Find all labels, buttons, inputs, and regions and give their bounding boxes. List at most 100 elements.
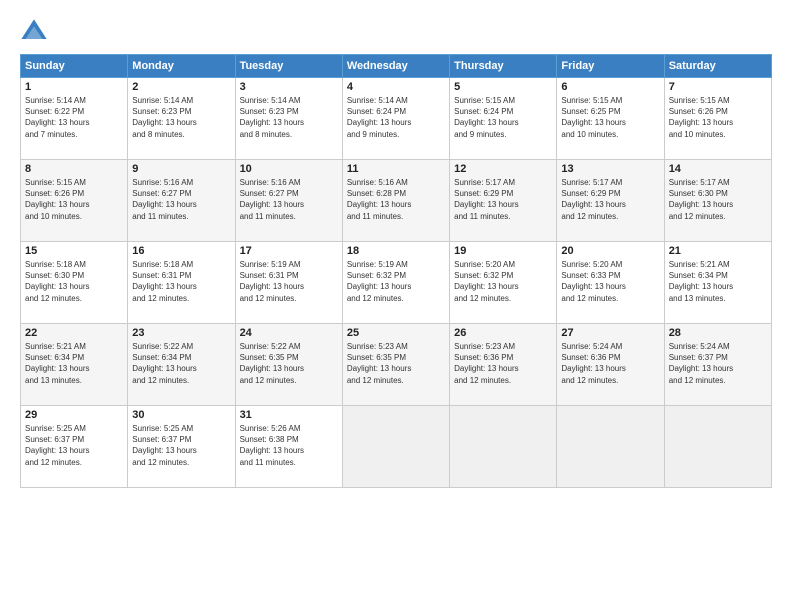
day-number: 13 <box>561 163 659 175</box>
day-number: 8 <box>25 163 123 175</box>
day-info: Sunrise: 5:23 AMSunset: 6:36 PMDaylight:… <box>454 342 518 385</box>
day-info: Sunrise: 5:22 AMSunset: 6:34 PMDaylight:… <box>132 342 196 385</box>
calendar-cell: 27Sunrise: 5:24 AMSunset: 6:36 PMDayligh… <box>557 324 664 406</box>
calendar: SundayMondayTuesdayWednesdayThursdayFrid… <box>20 54 772 488</box>
calendar-cell: 22 Sunrise: 5:21 AMSunset: 6:34 PMDayligh… <box>21 324 128 406</box>
calendar-cell: 17Sunrise: 5:19 AMSunset: 6:31 PMDayligh… <box>235 242 342 324</box>
calendar-cell: 14 Sunrise: 5:17 AMSunset: 6:30 PMDayligh… <box>664 160 771 242</box>
calendar-cell: 6 Sunrise: 5:15 AMSunset: 6:25 PMDaylight… <box>557 78 664 160</box>
day-number: 12 <box>454 163 552 175</box>
week-row-4: 22 Sunrise: 5:21 AMSunset: 6:34 PMDayligh… <box>21 324 772 406</box>
calendar-cell: 24Sunrise: 5:22 AMSunset: 6:35 PMDayligh… <box>235 324 342 406</box>
day-info: Sunrise: 5:24 AMSunset: 6:37 PMDaylight:… <box>669 342 733 385</box>
day-info: Sunrise: 5:14 AMSunset: 6:22 PMDaylight:… <box>25 96 89 139</box>
calendar-cell: 25 Sunrise: 5:23 AMSunset: 6:35 PMDayligh… <box>342 324 449 406</box>
calendar-cell: 28 Sunrise: 5:24 AMSunset: 6:37 PMDayligh… <box>664 324 771 406</box>
calendar-cell: 23 Sunrise: 5:22 AMSunset: 6:34 PMDayligh… <box>128 324 235 406</box>
day-number: 15 <box>25 245 123 257</box>
calendar-cell: 21 Sunrise: 5:21 AMSunset: 6:34 PMDayligh… <box>664 242 771 324</box>
day-info: Sunrise: 5:15 AMSunset: 6:24 PMDaylight:… <box>454 96 518 139</box>
column-header-friday: Friday <box>557 55 664 78</box>
day-number: 6 <box>561 81 659 93</box>
column-header-tuesday: Tuesday <box>235 55 342 78</box>
calendar-cell: 30Sunrise: 5:25 AMSunset: 6:37 PMDayligh… <box>128 406 235 488</box>
day-number: 19 <box>454 245 552 257</box>
calendar-cell: 4Sunrise: 5:14 AMSunset: 6:24 PMDaylight… <box>342 78 449 160</box>
calendar-cell <box>557 406 664 488</box>
calendar-cell: 1Sunrise: 5:14 AMSunset: 6:22 PMDaylight… <box>21 78 128 160</box>
day-number: 7 <box>669 81 767 93</box>
day-info: Sunrise: 5:20 AMSunset: 6:33 PMDaylight:… <box>561 260 625 303</box>
calendar-cell: 19 Sunrise: 5:20 AMSunset: 6:32 PMDayligh… <box>450 242 557 324</box>
day-info: Sunrise: 5:14 AMSunset: 6:23 PMDaylight:… <box>132 96 196 139</box>
calendar-cell: 3 Sunrise: 5:14 AMSunset: 6:23 PMDaylight… <box>235 78 342 160</box>
calendar-cell <box>342 406 449 488</box>
day-info: Sunrise: 5:25 AMSunset: 6:37 PMDaylight:… <box>132 424 196 467</box>
day-info: Sunrise: 5:19 AMSunset: 6:31 PMDaylight:… <box>240 260 304 303</box>
day-number: 28 <box>669 327 767 339</box>
day-info: Sunrise: 5:21 AMSunset: 6:34 PMDaylight:… <box>669 260 733 303</box>
day-number: 16 <box>132 245 230 257</box>
day-info: Sunrise: 5:21 AMSunset: 6:34 PMDaylight:… <box>25 342 89 385</box>
day-info: Sunrise: 5:22 AMSunset: 6:35 PMDaylight:… <box>240 342 304 385</box>
column-header-thursday: Thursday <box>450 55 557 78</box>
day-number: 21 <box>669 245 767 257</box>
day-number: 11 <box>347 163 445 175</box>
day-number: 10 <box>240 163 338 175</box>
header <box>20 18 772 46</box>
calendar-cell: 8 Sunrise: 5:15 AMSunset: 6:26 PMDaylight… <box>21 160 128 242</box>
calendar-cell: 15Sunrise: 5:18 AMSunset: 6:30 PMDayligh… <box>21 242 128 324</box>
calendar-cell: 29Sunrise: 5:25 AMSunset: 6:37 PMDayligh… <box>21 406 128 488</box>
day-info: Sunrise: 5:19 AMSunset: 6:32 PMDaylight:… <box>347 260 411 303</box>
day-info: Sunrise: 5:25 AMSunset: 6:37 PMDaylight:… <box>25 424 89 467</box>
week-row-3: 15Sunrise: 5:18 AMSunset: 6:30 PMDayligh… <box>21 242 772 324</box>
day-number: 2 <box>132 81 230 93</box>
day-info: Sunrise: 5:20 AMSunset: 6:32 PMDaylight:… <box>454 260 518 303</box>
column-header-sunday: Sunday <box>21 55 128 78</box>
calendar-cell: 26 Sunrise: 5:23 AMSunset: 6:36 PMDayligh… <box>450 324 557 406</box>
week-row-2: 8 Sunrise: 5:15 AMSunset: 6:26 PMDaylight… <box>21 160 772 242</box>
calendar-cell: 31 Sunrise: 5:26 AMSunset: 6:38 PMDayligh… <box>235 406 342 488</box>
calendar-cell: 9 Sunrise: 5:16 AMSunset: 6:27 PMDaylight… <box>128 160 235 242</box>
column-header-wednesday: Wednesday <box>342 55 449 78</box>
day-info: Sunrise: 5:16 AMSunset: 6:27 PMDaylight:… <box>132 178 196 221</box>
calendar-cell <box>450 406 557 488</box>
day-number: 3 <box>240 81 338 93</box>
column-header-monday: Monday <box>128 55 235 78</box>
day-info: Sunrise: 5:17 AMSunset: 6:29 PMDaylight:… <box>454 178 518 221</box>
calendar-cell: 18 Sunrise: 5:19 AMSunset: 6:32 PMDayligh… <box>342 242 449 324</box>
day-info: Sunrise: 5:17 AMSunset: 6:29 PMDaylight:… <box>561 178 625 221</box>
day-number: 25 <box>347 327 445 339</box>
day-number: 22 <box>25 327 123 339</box>
day-info: Sunrise: 5:16 AMSunset: 6:28 PMDaylight:… <box>347 178 411 221</box>
calendar-cell: 16Sunrise: 5:18 AMSunset: 6:31 PMDayligh… <box>128 242 235 324</box>
day-number: 31 <box>240 409 338 421</box>
day-info: Sunrise: 5:15 AMSunset: 6:26 PMDaylight:… <box>25 178 89 221</box>
calendar-cell: 2 Sunrise: 5:14 AMSunset: 6:23 PMDaylight… <box>128 78 235 160</box>
day-info: Sunrise: 5:17 AMSunset: 6:30 PMDaylight:… <box>669 178 733 221</box>
day-number: 27 <box>561 327 659 339</box>
day-number: 26 <box>454 327 552 339</box>
day-info: Sunrise: 5:26 AMSunset: 6:38 PMDaylight:… <box>240 424 304 467</box>
page: SundayMondayTuesdayWednesdayThursdayFrid… <box>0 0 792 612</box>
day-number: 18 <box>347 245 445 257</box>
day-info: Sunrise: 5:14 AMSunset: 6:24 PMDaylight:… <box>347 96 411 139</box>
day-number: 5 <box>454 81 552 93</box>
calendar-cell: 5 Sunrise: 5:15 AMSunset: 6:24 PMDaylight… <box>450 78 557 160</box>
calendar-cell <box>664 406 771 488</box>
day-info: Sunrise: 5:15 AMSunset: 6:25 PMDaylight:… <box>561 96 625 139</box>
week-row-5: 29Sunrise: 5:25 AMSunset: 6:37 PMDayligh… <box>21 406 772 488</box>
day-info: Sunrise: 5:15 AMSunset: 6:26 PMDaylight:… <box>669 96 733 139</box>
day-number: 9 <box>132 163 230 175</box>
day-number: 14 <box>669 163 767 175</box>
calendar-cell: 11 Sunrise: 5:16 AMSunset: 6:28 PMDayligh… <box>342 160 449 242</box>
calendar-cell: 12 Sunrise: 5:17 AMSunset: 6:29 PMDayligh… <box>450 160 557 242</box>
day-info: Sunrise: 5:14 AMSunset: 6:23 PMDaylight:… <box>240 96 304 139</box>
day-info: Sunrise: 5:16 AMSunset: 6:27 PMDaylight:… <box>240 178 304 221</box>
week-row-1: 1Sunrise: 5:14 AMSunset: 6:22 PMDaylight… <box>21 78 772 160</box>
day-number: 20 <box>561 245 659 257</box>
day-number: 23 <box>132 327 230 339</box>
day-info: Sunrise: 5:23 AMSunset: 6:35 PMDaylight:… <box>347 342 411 385</box>
calendar-cell: 10 Sunrise: 5:16 AMSunset: 6:27 PMDayligh… <box>235 160 342 242</box>
column-header-saturday: Saturday <box>664 55 771 78</box>
